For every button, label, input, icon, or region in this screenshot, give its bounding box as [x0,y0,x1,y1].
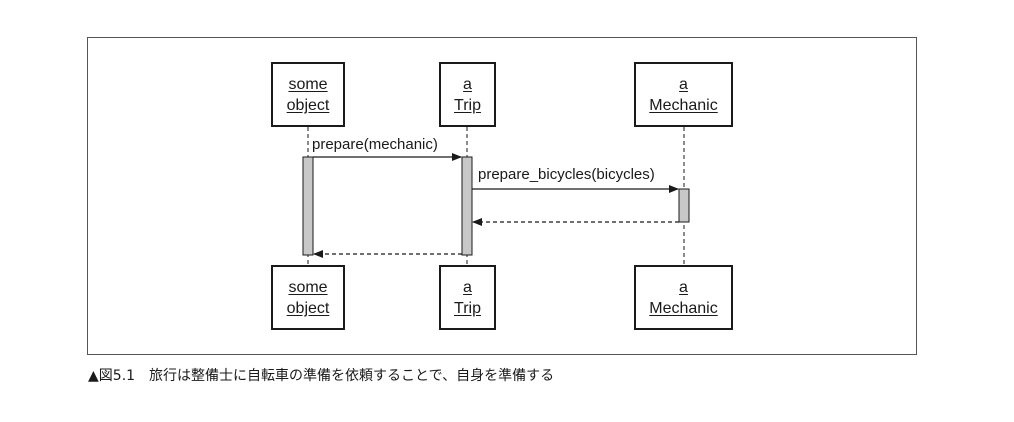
participant-bottom-some-object: some object [271,265,345,330]
participant-top-mechanic: a Mechanic [634,62,733,127]
participant-label-line2: object [286,299,330,317]
participant-label-line1: some [288,75,328,93]
participant-label-line2: Mechanic [649,299,718,317]
participant-label-line1: some [288,278,328,296]
participant-label-line1: a [679,278,688,296]
activation-some-object [302,156,314,256]
caption-text: 旅行は整備士に自転車の準備を依頼することで、自身を準備する [149,368,555,384]
participant-label-line2: Mechanic [649,96,718,114]
activation-trip [461,156,473,256]
message-prepare-bicycles-label: prepare_bicycles(bicycles) [478,166,655,183]
sequence-diagram [302,127,690,266]
participant-label-line2: Trip [454,96,481,114]
participant-top-trip: a Trip [439,62,496,127]
participant-label-line1: a [463,75,472,93]
activation-mechanic [678,188,690,223]
participant-label-line2: Trip [454,299,481,317]
message-prepare-label: prepare(mechanic) [312,136,438,153]
participant-bottom-mechanic: a Mechanic [634,265,733,330]
caption-figure-number: 図5.1 [98,368,136,384]
participant-label-line1: a [463,278,472,296]
figure-caption: ▲図5.1 旅行は整備士に自転車の準備を依頼することで、自身を準備する [88,367,554,385]
participant-bottom-trip: a Trip [439,265,496,330]
participant-top-some-object: some object [271,62,345,127]
participant-label-line2: object [286,96,330,114]
participant-label-line1: a [679,75,688,93]
caption-marker: ▲ [88,368,99,384]
